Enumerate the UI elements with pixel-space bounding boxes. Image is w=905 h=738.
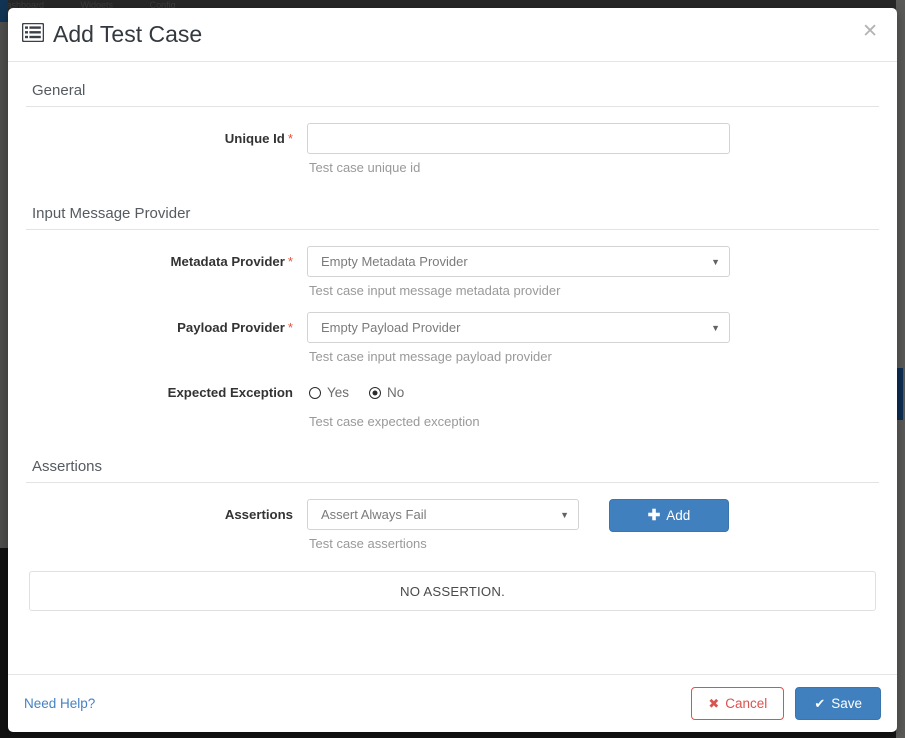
radio-expected-exception-no[interactable]: No [369, 385, 404, 400]
close-x-icon: ✖ [708, 696, 720, 711]
label-metadata-provider: Metadata Provider * [26, 246, 307, 298]
field-row-metadata-provider: Metadata Provider * Empty Metadata Provid… [26, 246, 879, 298]
payload-provider-select[interactable]: Empty Payload Provider ▼ [307, 312, 730, 343]
payload-provider-selected-value: Empty Payload Provider [321, 320, 461, 335]
unique-id-input[interactable] [307, 123, 730, 154]
metadata-provider-select[interactable]: Empty Metadata Provider ▼ [307, 246, 730, 277]
radio-mark-yes [309, 386, 321, 399]
close-icon[interactable]: ✕ [857, 20, 883, 43]
plus-icon: ✚ [647, 507, 661, 524]
label-metadata-provider-text: Metadata Provider [170, 254, 285, 269]
metadata-provider-selected-value: Empty Metadata Provider [321, 254, 468, 269]
field-row-assertions: Assertions Assert Always Fail ▼ Test cas… [26, 499, 879, 551]
radio-mark-no [369, 386, 382, 399]
need-help-link[interactable]: Need Help? [24, 696, 95, 711]
footer-actions: ✖ Cancel ✔ Save [691, 687, 881, 720]
help-unique-id: Test case unique id [309, 160, 421, 175]
add-assertion-label: Add [666, 508, 691, 523]
save-button-label: Save [831, 696, 862, 711]
control-metadata-provider: Empty Metadata Provider ▼ Test case inpu… [307, 246, 879, 298]
help-expected-exception: Test case expected exception [309, 414, 480, 429]
chevron-down-icon: ▼ [711, 322, 720, 333]
section-heading-general: General [26, 78, 879, 107]
required-marker: * [287, 254, 293, 269]
help-metadata-provider: Test case input message metadata provide… [309, 283, 561, 298]
section-heading-assertions: Assertions [26, 454, 879, 483]
radio-label-yes: Yes [327, 385, 350, 400]
chevron-down-icon: ▼ [711, 256, 720, 267]
list-icon [21, 21, 45, 48]
required-marker: * [287, 320, 293, 335]
chevron-down-icon: ▼ [560, 509, 569, 520]
radio-expected-exception-yes[interactable]: Yes [309, 385, 349, 400]
assertions-empty-state: NO ASSERTION. [29, 571, 876, 611]
section-heading-input-message-provider: Input Message Provider [26, 201, 879, 230]
check-icon: ✔ [814, 696, 826, 711]
label-assertions: Assertions [224, 507, 293, 522]
add-assertion-button[interactable]: ✚ Add [609, 499, 729, 532]
radio-label-no: No [387, 385, 405, 400]
cancel-button[interactable]: ✖ Cancel [691, 687, 785, 720]
assertions-inline-row: Assert Always Fail ▼ Test case assertion… [307, 499, 879, 551]
field-row-payload-provider: Payload Provider * Empty Payload Provider… [26, 312, 879, 364]
control-expected-exception: Yes No Test case expected exception [307, 377, 879, 429]
required-marker: * [287, 131, 293, 146]
label-payload-provider: Payload Provider * [26, 312, 307, 364]
save-button[interactable]: ✔ Save [795, 687, 881, 720]
expected-exception-radio-group: Yes No [307, 377, 879, 408]
control-unique-id: Test case unique id [307, 123, 879, 175]
assertions-selected-value: Assert Always Fail [321, 507, 427, 522]
assertions-select[interactable]: Assert Always Fail ▼ [307, 499, 579, 530]
field-row-expected-exception: Expected Exception Yes No Test case expe… [26, 377, 879, 429]
label-unique-id-text: Unique Id [224, 131, 285, 146]
dialog-footer: Need Help? ✖ Cancel ✔ Save [8, 674, 897, 732]
control-assertions: Assert Always Fail ▼ Test case assertion… [307, 499, 879, 551]
page-title: Add Test Case [53, 21, 203, 47]
dialog-body: General Unique Id * Test case unique id I… [8, 62, 897, 674]
cancel-button-label: Cancel [725, 696, 768, 711]
dialog-header: Add Test Case ✕ [8, 8, 897, 62]
help-payload-provider: Test case input message payload provider [309, 349, 552, 364]
field-row-unique-id: Unique Id * Test case unique id [26, 123, 879, 175]
help-assertions: Test case assertions [309, 536, 427, 551]
label-payload-provider-text: Payload Provider [177, 320, 285, 335]
add-test-case-dialog: Add Test Case ✕ General Unique Id * Test … [8, 8, 897, 732]
control-payload-provider: Empty Payload Provider ▼ Test case input… [307, 312, 879, 364]
label-unique-id: Unique Id * [26, 123, 307, 175]
right-scrollbar-thumb[interactable] [896, 368, 903, 420]
dialog-title-group: Add Test Case [21, 21, 203, 48]
left-edge-accent [0, 0, 8, 22]
label-expected-exception: Expected Exception [167, 385, 293, 400]
